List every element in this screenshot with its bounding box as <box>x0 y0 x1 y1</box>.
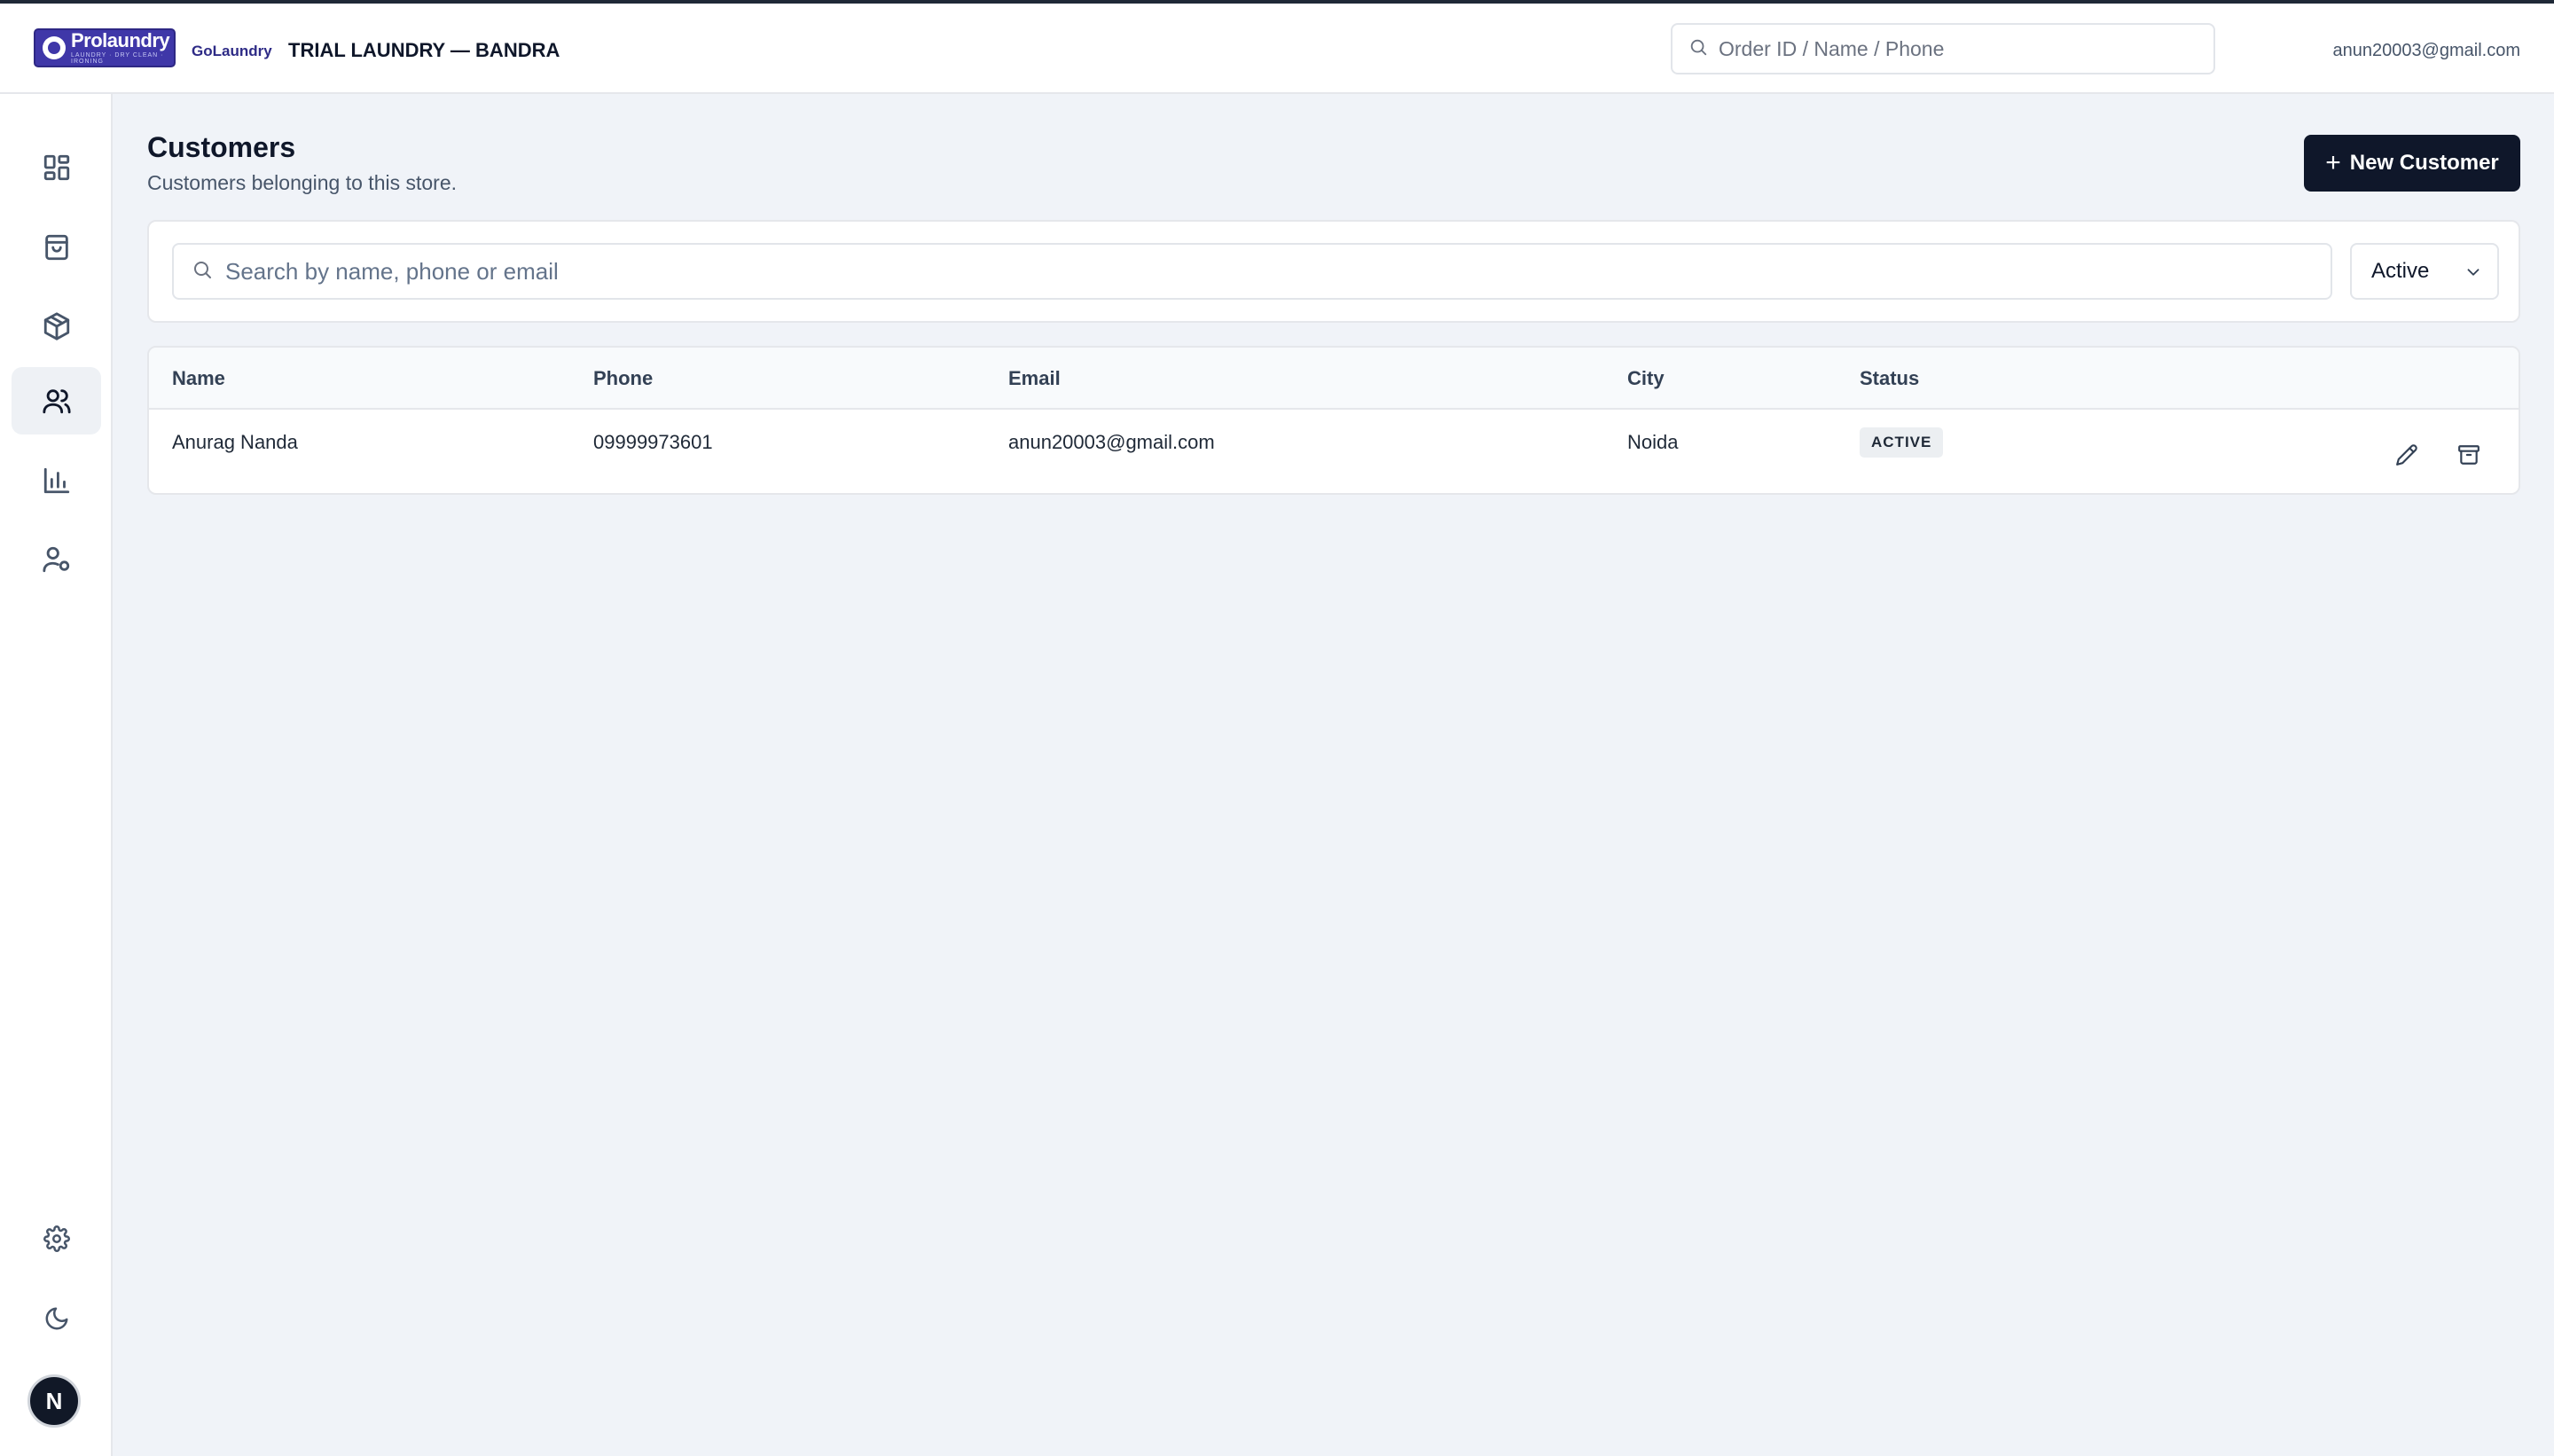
moon-icon <box>45 1307 67 1330</box>
page-subtitle: Customers belonging to this store. <box>147 171 458 194</box>
table-header: Name Phone Email City Status <box>149 348 2519 410</box>
customer-search-box[interactable] <box>172 243 2332 300</box>
plus-icon: + <box>2325 148 2341 177</box>
logo-mark-icon <box>43 36 66 59</box>
new-customer-label: New Customer <box>2349 151 2499 175</box>
column-header-phone[interactable]: Phone <box>593 367 653 390</box>
store-name: TRIAL LAUNDRY — BANDRA <box>288 39 560 61</box>
package-icon <box>43 312 69 341</box>
global-search-box[interactable] <box>1671 23 2215 74</box>
gear-icon <box>43 1225 70 1252</box>
new-customer-button[interactable]: + New Customer <box>2304 135 2520 192</box>
edit-button[interactable] <box>2389 438 2425 474</box>
customer-search-input[interactable] <box>225 257 2318 286</box>
user-email[interactable]: anun20003@gmail.com <box>2332 41 2520 61</box>
status-filter-select[interactable]: Active <box>2350 243 2499 300</box>
logo-tagline: LAUNDRY · DRY CLEAN · IRONING <box>71 52 164 65</box>
status-filter-value: Active <box>2371 259 2430 283</box>
bar-chart-icon <box>43 467 69 494</box>
archive-button[interactable] <box>2451 438 2487 474</box>
cell-phone: 09999973601 <box>593 431 713 453</box>
sidebar-item-orders[interactable] <box>12 214 101 281</box>
dashboard-icon <box>43 154 69 181</box>
status-badge: ACTIVE <box>1860 427 1944 458</box>
app-logo[interactable]: Prolaundry LAUNDRY · DRY CLEAN · IRONING <box>34 28 176 67</box>
sidebar-item-customers[interactable] <box>12 367 101 434</box>
search-icon <box>192 259 213 285</box>
archive-icon <box>2457 443 2480 469</box>
cell-city: Noida <box>1627 431 1679 453</box>
pencil-icon <box>2395 443 2418 469</box>
sidebar: N <box>0 94 113 1456</box>
sidebar-item-staff[interactable] <box>12 526 101 593</box>
search-icon <box>1688 37 1708 61</box>
sidebar-item-settings[interactable] <box>12 1205 101 1272</box>
chevron-down-icon <box>2464 262 2483 288</box>
users-icon <box>42 389 71 414</box>
cell-email: anun20003@gmail.com <box>1008 431 1215 453</box>
avatar[interactable]: N <box>27 1374 81 1428</box>
filter-bar: Active <box>147 220 2520 323</box>
user-settings-icon <box>42 546 69 573</box>
top-header: Prolaundry LAUNDRY · DRY CLEAN · IRONING… <box>0 4 2554 94</box>
customers-table: Name Phone Email City Status Anurag Nand… <box>147 346 2520 495</box>
shopping-bag-icon <box>44 234 68 261</box>
column-header-status[interactable]: Status <box>1860 367 1919 390</box>
cell-name: Anurag Nanda <box>172 431 298 453</box>
sidebar-item-dashboard[interactable] <box>12 134 101 201</box>
global-search-input[interactable] <box>1719 36 2198 61</box>
sidebar-item-reports[interactable] <box>12 447 101 514</box>
sidebar-item-packages[interactable] <box>12 293 101 360</box>
page-title: Customers <box>147 131 296 163</box>
theme-toggle[interactable] <box>12 1285 101 1352</box>
column-header-name[interactable]: Name <box>172 367 225 390</box>
logo-name: Prolaundry <box>71 29 170 51</box>
brand-sub-name: GoLaundry <box>192 43 272 59</box>
column-header-city[interactable]: City <box>1627 367 1665 390</box>
column-header-email[interactable]: Email <box>1008 367 1061 390</box>
